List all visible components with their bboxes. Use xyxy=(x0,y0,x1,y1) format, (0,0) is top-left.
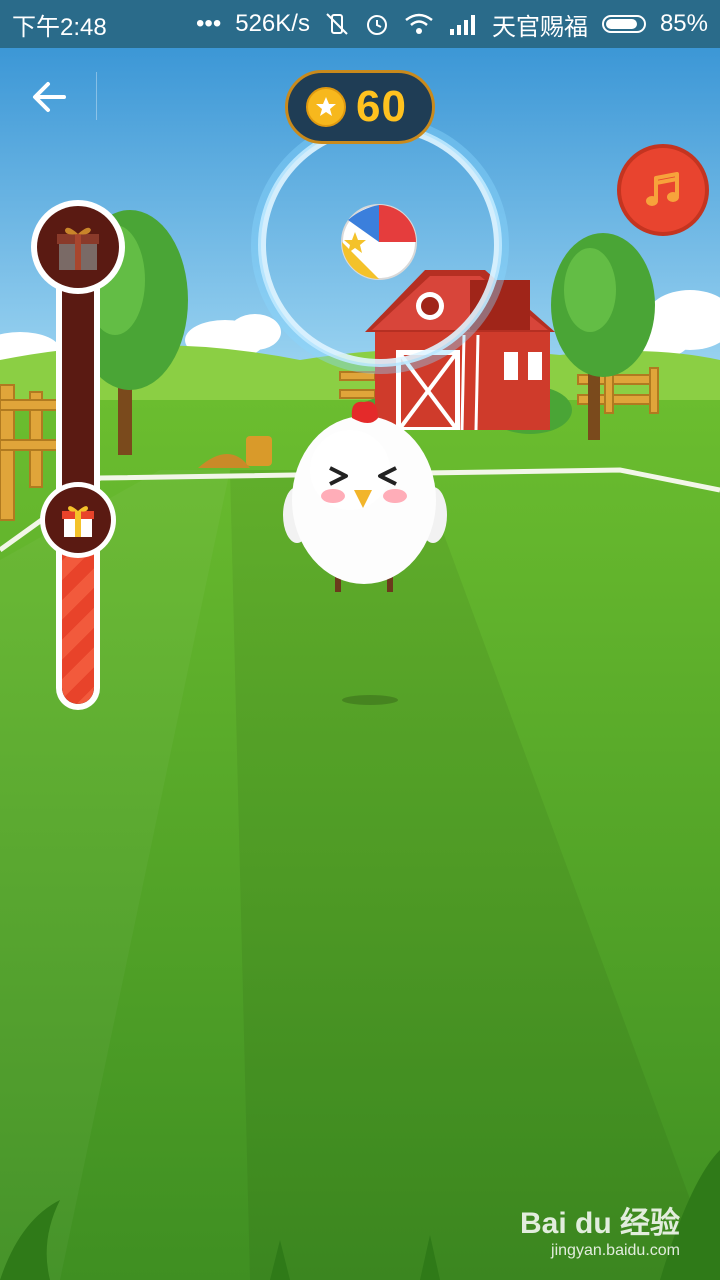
wifi-icon xyxy=(404,12,434,36)
gift-icon xyxy=(62,506,94,537)
reward-progress-track xyxy=(62,246,94,704)
reward-goal-gift[interactable] xyxy=(31,200,125,294)
status-right: ••• 526K/s 天官赐福 85% xyxy=(196,7,708,42)
status-battery-percent: 85% xyxy=(659,10,708,37)
watermark: Bai du 经验 jingyan.baidu.com xyxy=(520,1198,680,1260)
watermark-url: jingyan.baidu.com xyxy=(551,1242,680,1259)
coin-count: 60 xyxy=(356,82,407,131)
status-time: 下午2:48 xyxy=(12,13,107,41)
signal-icon xyxy=(448,13,478,35)
coin-counter: 60 xyxy=(285,70,435,144)
back-button[interactable] xyxy=(26,74,72,120)
status-bar: 下午2:48 ••• 526K/s 天官赐福 85% xyxy=(0,0,720,48)
game-scene xyxy=(0,48,720,1280)
barrel xyxy=(246,436,272,466)
reward-progress-bar xyxy=(56,240,100,710)
star-coin-icon xyxy=(306,87,346,127)
toolbar-divider xyxy=(96,72,97,120)
gift-icon xyxy=(57,227,99,270)
status-carrier: 天官赐福 xyxy=(491,13,588,41)
battery-icon xyxy=(601,15,646,33)
reward-progress-marker xyxy=(40,482,116,558)
beach-ball[interactable] xyxy=(341,204,417,280)
watermark-brand: Bai du 经验 xyxy=(519,1207,680,1240)
arrow-left-icon xyxy=(33,82,66,112)
status-more-dots: ••• xyxy=(196,10,222,37)
music-toggle-button[interactable] xyxy=(617,144,709,236)
mute-vibrate-icon xyxy=(324,11,350,37)
status-net-speed: 526K/s xyxy=(235,10,310,37)
alarm-icon xyxy=(364,11,390,37)
music-note-icon xyxy=(646,172,679,206)
